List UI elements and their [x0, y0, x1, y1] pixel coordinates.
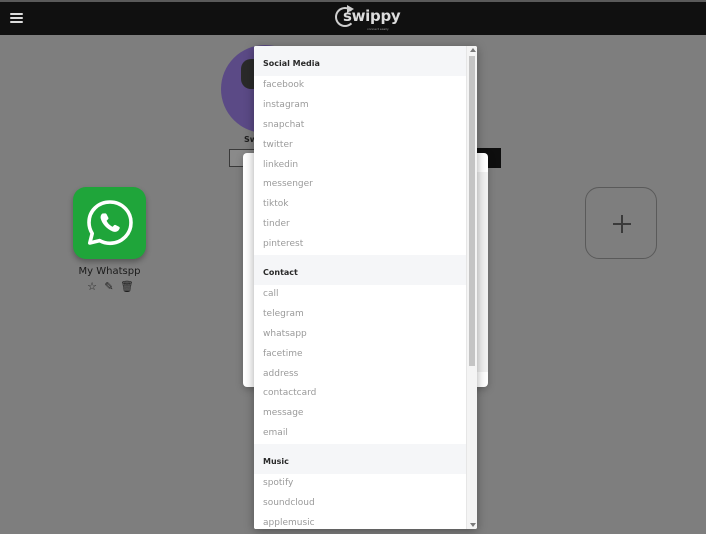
brand-logo[interactable]: swippy connect easily [335, 5, 401, 33]
group-header-social-media: Social Media [254, 46, 466, 76]
option-linkedin[interactable]: linkedin [254, 155, 466, 176]
option-contactcard[interactable]: contactcard [254, 384, 466, 405]
scrollbar-thumb[interactable] [469, 56, 475, 366]
option-instagram[interactable]: instagram [254, 95, 466, 116]
option-tinder[interactable]: tinder [254, 215, 466, 236]
option-twitter[interactable]: twitter [254, 135, 466, 156]
add-link-button[interactable] [585, 187, 657, 259]
scroll-up-arrow-icon[interactable] [470, 48, 476, 52]
option-facetime[interactable]: facetime [254, 344, 466, 365]
group-header-music: Music [254, 444, 466, 475]
option-call[interactable]: call [254, 285, 466, 305]
whatsapp-link-label: My Whatspp [78, 266, 141, 277]
link-actions: ☆ ✎ 🗑 [86, 281, 134, 293]
whatsapp-link-tile[interactable] [73, 187, 146, 259]
edit-icon[interactable]: ✎ [103, 281, 115, 293]
top-bar: swippy connect easily [0, 0, 706, 35]
option-message[interactable]: message [254, 404, 466, 425]
link-type-dropdown[interactable]: Social Media facebook instagram snapchat… [254, 46, 477, 529]
trash-icon[interactable]: 🗑 [120, 281, 134, 293]
option-email[interactable]: email [254, 424, 466, 445]
hamburger-menu-icon[interactable] [10, 13, 23, 23]
option-applemusic[interactable]: applemusic [254, 513, 466, 529]
brand-name: swippy [343, 7, 401, 25]
scroll-down-arrow-icon[interactable] [470, 523, 476, 527]
option-facebook[interactable]: facebook [254, 76, 466, 96]
option-address[interactable]: address [254, 364, 466, 385]
option-snapchat[interactable]: snapchat [254, 115, 466, 136]
brand-tagline: connect easily [367, 27, 389, 31]
star-icon[interactable]: ☆ [86, 281, 98, 293]
group-header-contact: Contact [254, 255, 466, 286]
dropdown-list: Social Media facebook instagram snapchat… [254, 46, 466, 529]
option-telegram[interactable]: telegram [254, 304, 466, 325]
option-spotify[interactable]: spotify [254, 474, 466, 495]
option-pinterest[interactable]: pinterest [254, 235, 466, 256]
option-whatsapp[interactable]: whatsapp [254, 324, 466, 345]
dropdown-scrollbar[interactable] [466, 46, 477, 529]
option-messenger[interactable]: messenger [254, 175, 466, 196]
option-tiktok[interactable]: tiktok [254, 195, 466, 216]
option-soundcloud[interactable]: soundcloud [254, 494, 466, 514]
whatsapp-icon [87, 200, 133, 246]
